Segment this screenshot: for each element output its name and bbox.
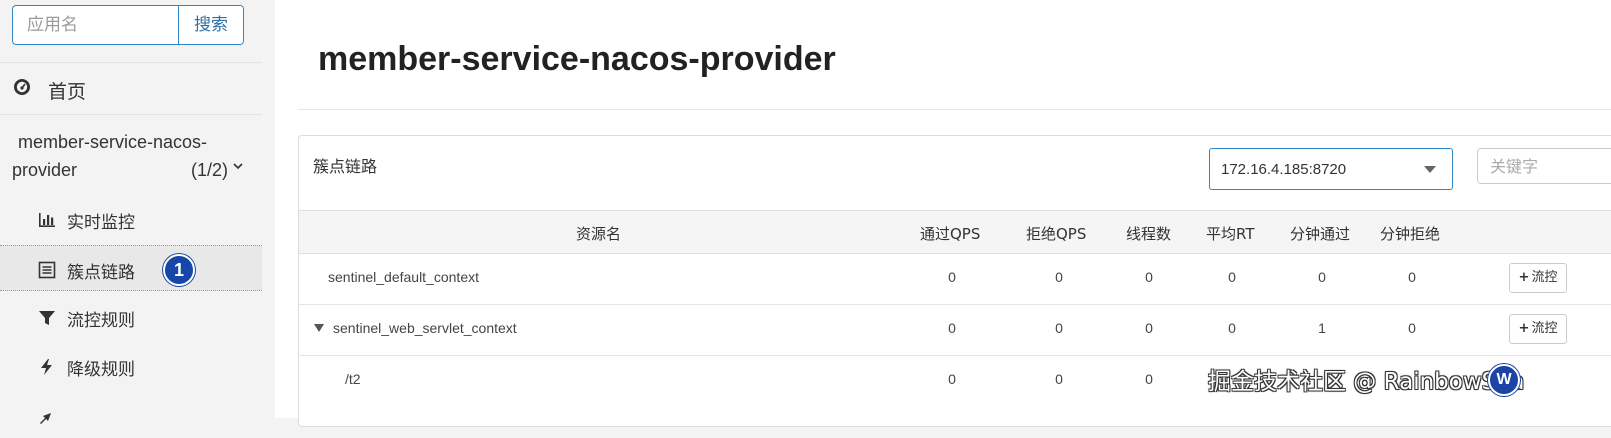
resource-name: /t2 <box>345 371 361 387</box>
bar-chart-icon <box>39 213 55 227</box>
minute-pass: 1 <box>1318 320 1326 336</box>
add-flow-rule-button[interactable]: + 流控 <box>1509 314 1567 344</box>
caret-down-icon <box>1424 166 1436 173</box>
main-content: member-service-nacos-provider 簇点链路 172.1… <box>275 0 1611 427</box>
step-badge: 1 <box>163 254 195 286</box>
flow-button-label: 流控 <box>1531 270 1558 285</box>
column-header: 平均RT <box>1206 225 1255 243</box>
add-flow-rule-button[interactable]: + 流控 <box>1509 263 1567 293</box>
sidebar-item-partial[interactable] <box>0 392 262 438</box>
sidebar-item-flow-rules[interactable]: 流控规则 <box>0 294 262 340</box>
divider <box>0 62 262 63</box>
sidebar: 搜索 首页 member-service-nacos- provider (1/… <box>0 0 262 424</box>
cursor-badge: W <box>1488 364 1520 396</box>
minute-block: 0 <box>1408 320 1416 336</box>
sidebar-item-label: 降级规则 <box>67 360 135 380</box>
app-selector[interactable]: member-service-nacos- provider (1/2) <box>0 118 262 194</box>
column-header: 资源名 <box>576 225 622 243</box>
arrow-icon <box>40 413 51 424</box>
avg-rt: 0 <box>1228 269 1236 285</box>
flow-button-label: 流控 <box>1531 321 1558 336</box>
panel-title: 簇点链路 <box>313 157 378 176</box>
column-header: 分钟通过 <box>1290 225 1351 243</box>
sidebar-item-label: 簇点链路 <box>67 263 135 283</box>
plus-icon: + <box>1518 321 1530 336</box>
nav-home[interactable]: 首页 <box>0 66 262 112</box>
column-header: 拒绝QPS <box>1026 225 1087 243</box>
app-search-box: 搜索 <box>12 5 244 45</box>
pass-qps: 0 <box>948 269 956 285</box>
expand-triangle-icon[interactable] <box>314 324 324 332</box>
thread-count: 0 <box>1145 320 1153 336</box>
table-header: 资源名 通过QPS 拒绝QPS 线程数 平均RT 分钟通过 分钟拒绝 <box>299 210 1611 254</box>
resource-name: sentinel_web_servlet_context <box>333 320 517 336</box>
thread-count: 0 <box>1145 371 1153 387</box>
page-title: member-service-nacos-provider <box>318 40 836 78</box>
pass-qps: 0 <box>948 320 956 336</box>
filter-icon <box>39 311 55 325</box>
app-search-input[interactable] <box>13 6 204 44</box>
minute-block: 0 <box>1408 269 1416 285</box>
keyword-search-input[interactable] <box>1477 148 1611 184</box>
watermark: 掘金技术社区 @ RainbowSea <box>1208 369 1525 395</box>
column-header: 分钟拒绝 <box>1380 225 1441 243</box>
machine-select-value: 172.16.4.185:8720 <box>1221 161 1347 178</box>
sidebar-item-degrade-rules[interactable]: 降级规则 <box>0 343 262 389</box>
bolt-icon <box>41 359 52 375</box>
list-icon <box>38 261 56 279</box>
app-name: member-service-nacos- <box>18 132 208 152</box>
sidebar-item-realtime-monitor[interactable]: 实时监控 <box>0 196 262 242</box>
avg-rt: 0 <box>1228 320 1236 336</box>
nav-home-label: 首页 <box>48 81 87 103</box>
dashboard-icon <box>14 79 30 95</box>
plus-icon: + <box>1518 270 1530 285</box>
column-header: 通过QPS <box>920 225 981 243</box>
resource-name: sentinel_default_context <box>328 269 479 285</box>
app-name: provider <box>12 160 78 180</box>
minute-pass: 0 <box>1318 269 1326 285</box>
app-instance-count: (1/2) <box>191 160 229 180</box>
block-qps: 0 <box>1055 371 1063 387</box>
thread-count: 0 <box>1145 269 1153 285</box>
block-qps: 0 <box>1055 320 1063 336</box>
chevron-down-icon <box>233 163 243 170</box>
table-row: sentinel_web_servlet_context 0 0 0 0 1 0… <box>299 304 1611 356</box>
divider <box>298 109 1611 110</box>
divider <box>0 114 262 115</box>
machine-select[interactable]: 172.16.4.185:8720 <box>1209 148 1453 190</box>
block-qps: 0 <box>1055 269 1063 285</box>
column-header: 线程数 <box>1126 225 1172 243</box>
sidebar-item-label: 实时监控 <box>67 213 135 233</box>
table-row: sentinel_default_context 0 0 0 0 0 0 + 流控 <box>299 253 1611 305</box>
sidebar-item-cluster-point-link[interactable]: 簇点链路 1 <box>0 245 262 291</box>
sidebar-item-label: 流控规则 <box>67 311 135 331</box>
pass-qps: 0 <box>948 371 956 387</box>
search-button[interactable]: 搜索 <box>178 6 243 44</box>
